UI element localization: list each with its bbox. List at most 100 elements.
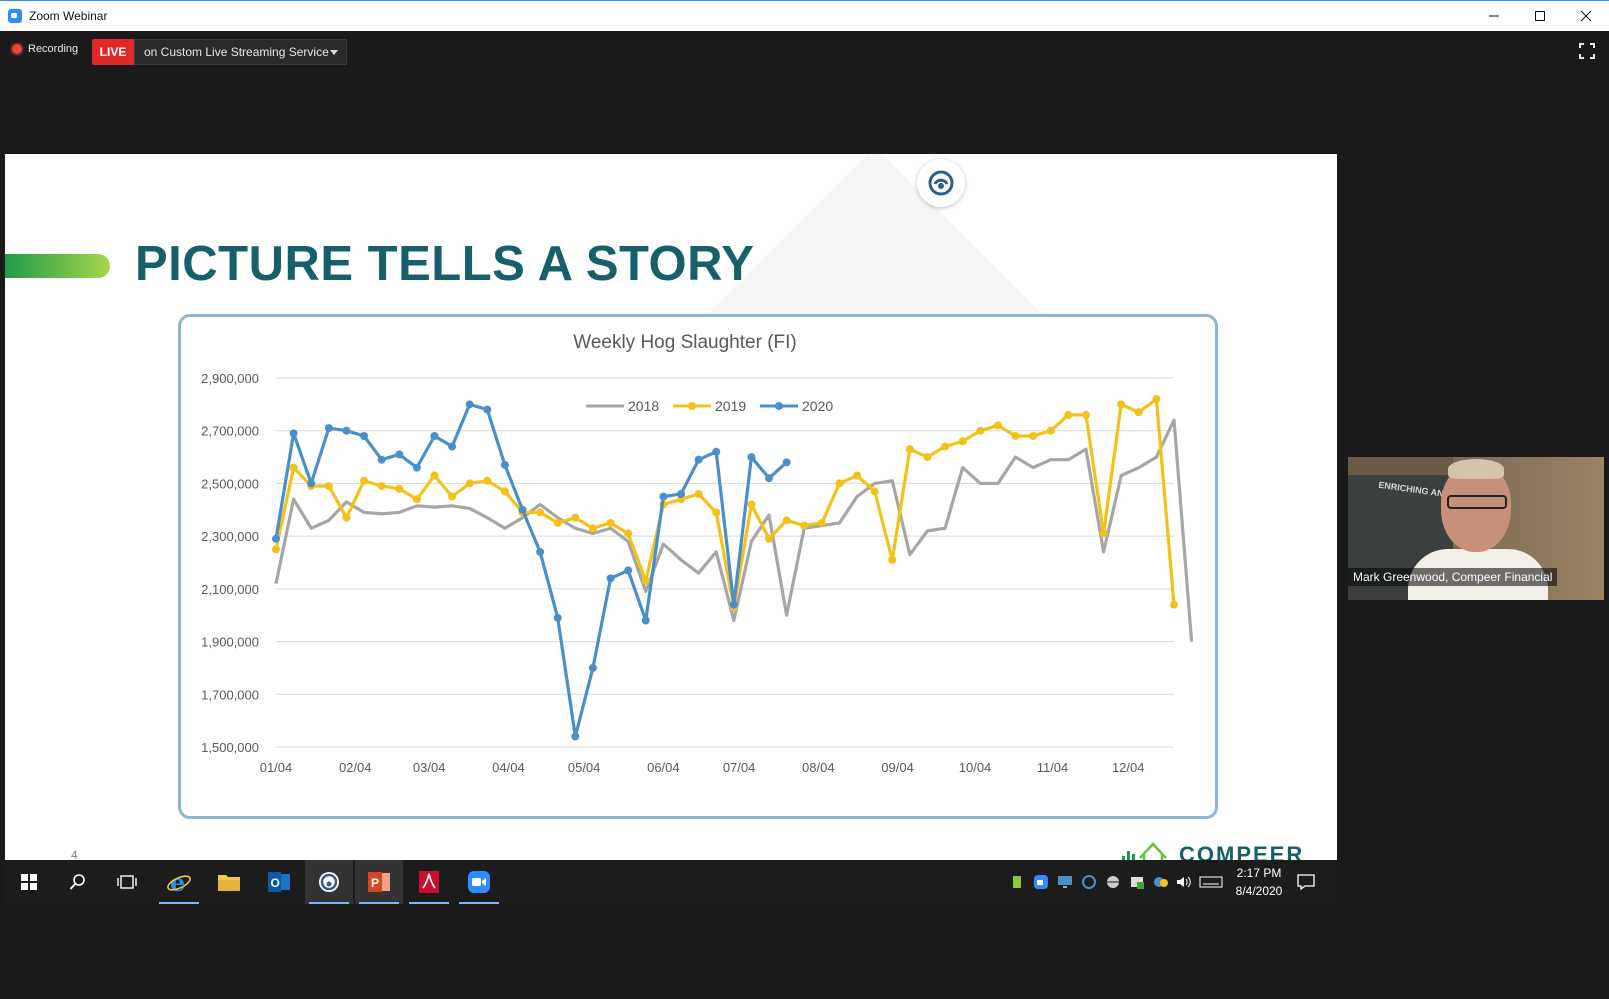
data-point-2019 xyxy=(1099,529,1108,538)
data-point-2019 xyxy=(1152,395,1161,404)
shared-screen: PICTURE TELLS A STORY Weekly Hog Slaught… xyxy=(5,154,1337,904)
data-point-2019 xyxy=(888,555,897,564)
outlook-icon: O xyxy=(268,872,290,892)
chevron-down-icon xyxy=(330,50,338,55)
zoom-app-icon xyxy=(8,9,22,23)
taskbar-app-zoom[interactable] xyxy=(455,860,503,904)
taskbar-app-file-explorer[interactable] xyxy=(205,860,253,904)
legend-label: 2019 xyxy=(715,398,746,414)
data-point-2019 xyxy=(395,484,404,493)
data-point-2020 xyxy=(747,453,756,462)
taskbar-clock[interactable]: 2:17 PM 8/4/2020 xyxy=(1231,864,1287,900)
notifications-icon[interactable] xyxy=(1297,873,1315,891)
data-point-2020 xyxy=(694,455,703,464)
data-point-2020 xyxy=(729,600,738,609)
data-point-2020 xyxy=(395,450,404,459)
network-drive-icon[interactable] xyxy=(1105,874,1121,890)
data-point-2019 xyxy=(324,482,333,491)
hog-slaughter-chart: Weekly Hog Slaughter (FI) 1,500,000 1,700,… xyxy=(201,332,1194,775)
taskbar-app-webinar[interactable] xyxy=(305,860,353,904)
data-point-2019 xyxy=(800,521,809,530)
people-icon[interactable] xyxy=(1153,874,1169,890)
start-icon xyxy=(21,874,37,890)
slide-accent-bar xyxy=(5,254,110,278)
maximize-icon xyxy=(1535,11,1545,21)
data-point-2020 xyxy=(500,460,509,469)
data-point-2019 xyxy=(1117,400,1126,409)
taskbar-app-acrobat[interactable] xyxy=(405,860,453,904)
data-point-2020 xyxy=(571,732,580,741)
fullscreen-icon[interactable] xyxy=(1579,43,1595,59)
recording-label: Recording xyxy=(28,43,79,55)
taskbar-app-outlook[interactable]: O xyxy=(255,860,303,904)
close-button[interactable] xyxy=(1563,1,1609,31)
data-point-2020 xyxy=(430,431,439,440)
volume-icon[interactable] xyxy=(1175,874,1191,890)
data-point-2019 xyxy=(483,476,492,485)
data-point-2020 xyxy=(588,663,597,672)
data-point-2020 xyxy=(765,474,774,483)
data-point-2019 xyxy=(412,495,421,504)
usb-icon[interactable] xyxy=(1009,874,1025,890)
x-tick-label: 10/04 xyxy=(959,760,992,775)
data-point-2020 xyxy=(659,492,668,501)
data-point-2020 xyxy=(342,426,351,435)
slide-title: PICTURE TELLS A STORY xyxy=(135,237,755,291)
x-tick-label: 03/04 xyxy=(413,760,446,775)
taskbar-search-button[interactable] xyxy=(54,860,102,904)
data-point-2020 xyxy=(289,429,298,438)
data-point-2019 xyxy=(606,518,615,527)
task-view-button[interactable] xyxy=(103,860,151,904)
data-point-2019 xyxy=(694,489,703,498)
active-indicator xyxy=(459,902,499,904)
zoom-icon xyxy=(468,871,490,893)
internet-explorer-icon: e xyxy=(167,869,191,895)
active-indicator xyxy=(159,902,199,904)
y-tick-label: 1,900,000 xyxy=(201,635,259,650)
data-point-2020 xyxy=(676,489,685,498)
data-point-2019 xyxy=(1029,431,1038,440)
webinar-bubble-icon[interactable] xyxy=(917,159,965,207)
data-point-2019 xyxy=(817,518,826,527)
data-point-2019 xyxy=(553,518,562,527)
keyboard-icon[interactable] xyxy=(1199,874,1223,890)
data-point-2020 xyxy=(641,616,650,625)
start-button[interactable] xyxy=(5,860,53,904)
legend-marker-2019 xyxy=(688,402,696,410)
data-point-2020 xyxy=(518,505,527,514)
close-icon xyxy=(1580,10,1592,22)
participant-video[interactable]: ENRICHING AND RURAL Mark Greenwood, Comp… xyxy=(1348,457,1604,600)
live-stream-dropdown[interactable]: on Custom Live Streaming Service xyxy=(134,39,347,65)
data-point-2020 xyxy=(324,424,333,433)
record-icon xyxy=(12,44,22,54)
data-point-2019 xyxy=(1046,426,1055,435)
chart-frame: Weekly Hog Slaughter (FI) 1,500,000 1,700,… xyxy=(178,314,1218,819)
update-icon[interactable] xyxy=(1129,874,1145,890)
maximize-button[interactable] xyxy=(1517,1,1563,31)
meeting-topbar: Recording LIVE on Custom Live Streaming … xyxy=(0,31,1609,71)
zoom-tray-icon[interactable] xyxy=(1033,874,1049,890)
data-point-2019 xyxy=(712,508,721,517)
x-tick-label: 06/04 xyxy=(647,760,680,775)
data-point-2020 xyxy=(624,566,633,575)
display-icon[interactable] xyxy=(1057,874,1073,890)
minimize-button[interactable] xyxy=(1471,1,1517,31)
svg-text:O: O xyxy=(271,876,280,890)
recording-indicator[interactable]: Recording xyxy=(12,43,78,55)
data-point-2019 xyxy=(1064,410,1073,419)
window-titlebar: Zoom Webinar xyxy=(0,0,1609,31)
data-point-2020 xyxy=(782,458,791,467)
data-point-2019 xyxy=(905,445,914,454)
data-point-2019 xyxy=(465,479,474,488)
taskbar-app-powerpoint[interactable]: P xyxy=(355,860,403,904)
y-tick-label: 2,300,000 xyxy=(201,529,259,544)
data-point-2019 xyxy=(853,471,862,480)
search-icon xyxy=(69,874,85,890)
sync-icon[interactable] xyxy=(1081,874,1097,890)
data-point-2019 xyxy=(870,487,879,496)
taskbar-app-internet-explorer[interactable]: e xyxy=(155,860,203,904)
minimize-icon xyxy=(1489,15,1499,17)
y-tick-label: 2,100,000 xyxy=(201,582,259,597)
data-point-2019 xyxy=(536,508,545,517)
data-point-2019 xyxy=(941,442,950,451)
